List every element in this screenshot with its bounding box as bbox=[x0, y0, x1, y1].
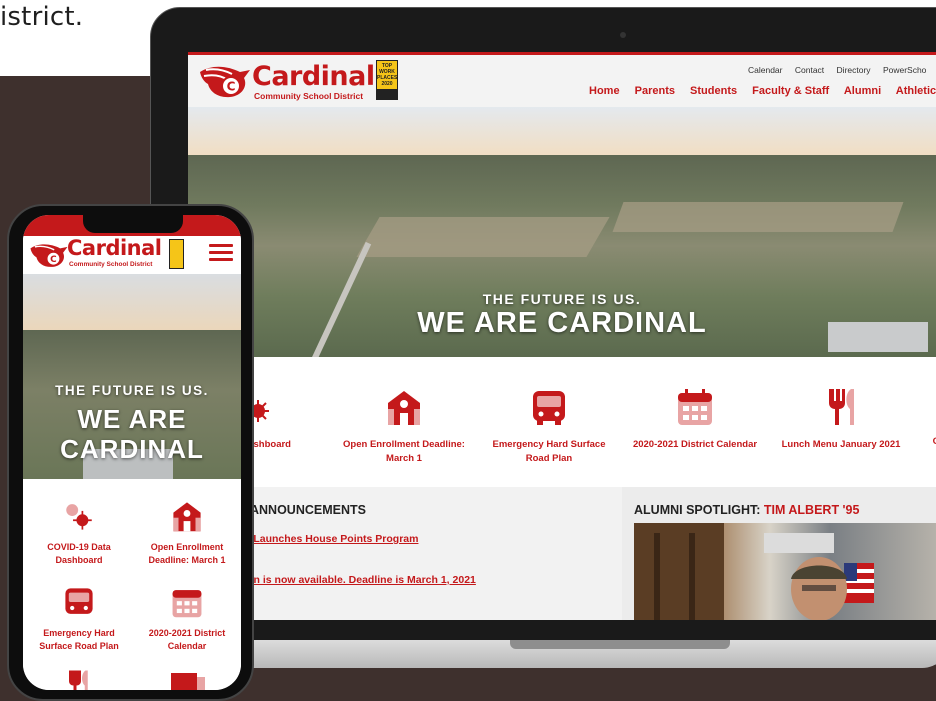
quick-links-row: ata Dashboard Open Enrollment Deadline: … bbox=[188, 357, 936, 487]
top-workplaces-badge bbox=[169, 239, 184, 269]
quick-link-label: C bbox=[926, 435, 936, 449]
bus-icon bbox=[65, 588, 93, 614]
quick-link-open-enrollment[interactable]: Open Enrollment Deadline: March 1 bbox=[334, 387, 474, 466]
quick-link-lunch-menu[interactable]: Lunch Menu January 2021 bbox=[776, 387, 906, 452]
nav-faculty-staff[interactable]: Faculty & Staff bbox=[752, 85, 829, 97]
mobile-hero-sky bbox=[23, 274, 241, 334]
quick-link-label: 2020-2021 District Calendar bbox=[148, 628, 226, 651]
utility-link-powerschool[interactable]: PowerScho bbox=[883, 65, 926, 75]
hero-headline: WE ARE CARDINAL bbox=[417, 307, 707, 339]
mobile-hero-headline-line1: WE ARE bbox=[77, 404, 187, 434]
svg-text:C: C bbox=[50, 255, 57, 265]
mobile-hero-headline-line2: CARDINAL bbox=[60, 434, 204, 464]
logo-subtitle: Community School District bbox=[254, 91, 364, 101]
mobile-hero-banner: THE FUTURE IS US. WE ARE CARDINAL bbox=[23, 274, 241, 479]
alumni-heading: ALUMNI SPOTLIGHT: TIM ALBERT '95 bbox=[634, 503, 860, 517]
alumni-spotlight-panel: ALUMNI SPOTLIGHT: TIM ALBERT '95 bbox=[622, 487, 936, 620]
school-building-icon bbox=[388, 391, 420, 425]
calendar-icon bbox=[678, 389, 712, 425]
covid-icon bbox=[66, 504, 92, 530]
badge-text: TOP WORK PLACES 2020 bbox=[377, 63, 398, 87]
utensils-icon bbox=[69, 670, 88, 690]
main-nav: Home Parents Students Faculty & Staff Al… bbox=[589, 85, 936, 97]
utility-link-contact[interactable]: Contact bbox=[795, 65, 824, 75]
calendar-icon bbox=[172, 590, 202, 618]
caption-fragment: istrict. bbox=[0, 2, 84, 32]
quick-link-label: Open Enrollment Deadline: March 1 bbox=[148, 542, 226, 565]
nav-parents[interactable]: Parents bbox=[635, 85, 675, 97]
nav-home[interactable]: Home bbox=[589, 85, 620, 97]
hero-field bbox=[612, 202, 904, 232]
hero-banner: THE FUTURE IS US. WE ARE CARDINAL bbox=[188, 107, 936, 357]
logo-title[interactable]: Cardinal bbox=[252, 61, 375, 92]
mobile-logo-title[interactable]: Cardinal bbox=[67, 236, 162, 260]
utility-nav: Calendar Contact Directory PowerScho bbox=[748, 65, 936, 75]
quick-link-label: Emergency Hard Surface Road Plan bbox=[492, 439, 606, 464]
webcam-dot bbox=[620, 32, 626, 38]
school-building-icon bbox=[173, 502, 201, 532]
announcements-heading: ANNOUNCEMENTS bbox=[250, 503, 366, 517]
mobile-site-header: C Cardinal Community School District bbox=[23, 236, 241, 274]
nav-alumni[interactable]: Alumni bbox=[844, 85, 881, 97]
quick-link-label: 2020-2021 District Calendar bbox=[632, 439, 758, 450]
utility-link-calendar[interactable]: Calendar bbox=[748, 65, 783, 75]
quick-link-road-plan[interactable]: Emergency Hard Surface Road Plan bbox=[482, 387, 616, 466]
top-workplaces-badge: TOP WORK PLACES 2020 bbox=[376, 60, 398, 100]
alumni-name: TIM ALBERT '95 bbox=[763, 503, 860, 517]
alumni-photo-scene bbox=[634, 523, 874, 620]
quick-link-district-calendar[interactable]: 2020-2021 District Calendar bbox=[624, 387, 766, 452]
utensils-icon bbox=[829, 389, 854, 425]
mobile-logo-subtitle: Community School District bbox=[69, 261, 153, 268]
cardinal-bird-logo-icon[interactable]: C bbox=[29, 240, 69, 270]
mobile-quick-links-grid: COVID-19 Data Dashboard Open Enrollment … bbox=[23, 479, 241, 690]
nav-students[interactable]: Students bbox=[690, 85, 737, 97]
quick-link-label: COVID-19 Data Dashboard bbox=[47, 542, 111, 565]
site-header: C Cardinal Community School District TOP… bbox=[188, 55, 936, 107]
quick-link-label: Emergency Hard Surface Road Plan bbox=[39, 628, 119, 651]
mobile-quick-link-calendar[interactable]: 2020-2021 District Calendar bbox=[135, 585, 239, 653]
hamburger-menu-icon[interactable] bbox=[209, 244, 233, 264]
cardinal-bird-logo-icon[interactable]: C bbox=[198, 62, 252, 100]
alumni-photo[interactable] bbox=[634, 523, 936, 620]
phone-notch bbox=[83, 215, 183, 233]
bus-icon bbox=[533, 391, 565, 425]
phone-screen: C Cardinal Community School District THE… bbox=[23, 215, 241, 690]
mobile-hero-tagline: THE FUTURE IS US. bbox=[55, 383, 209, 398]
quick-link-partial[interactable]: C bbox=[926, 435, 936, 449]
hero-tagline: THE FUTURE IS US. bbox=[482, 291, 642, 307]
hero-sky bbox=[188, 107, 936, 159]
utility-link-directory[interactable]: Directory bbox=[837, 65, 871, 75]
hero-field bbox=[356, 217, 610, 257]
laptop-hinge-notch bbox=[510, 640, 730, 649]
partial-icon bbox=[171, 673, 205, 690]
quick-link-label: Lunch Menu January 2021 bbox=[781, 439, 901, 450]
laptop-screen: C Cardinal Community School District TOP… bbox=[188, 52, 936, 620]
mobile-quick-link-open-enrollment[interactable]: Open Enrollment Deadline: March 1 bbox=[135, 499, 239, 567]
mobile-quick-link-covid[interactable]: COVID-19 Data Dashboard bbox=[27, 499, 131, 567]
mobile-quick-link-road-plan[interactable]: Emergency Hard Surface Road Plan bbox=[27, 585, 131, 653]
quick-link-label: Open Enrollment Deadline: March 1 bbox=[343, 439, 465, 464]
svg-text:C: C bbox=[227, 80, 236, 94]
nav-athletics[interactable]: Athletics bbox=[896, 85, 936, 97]
